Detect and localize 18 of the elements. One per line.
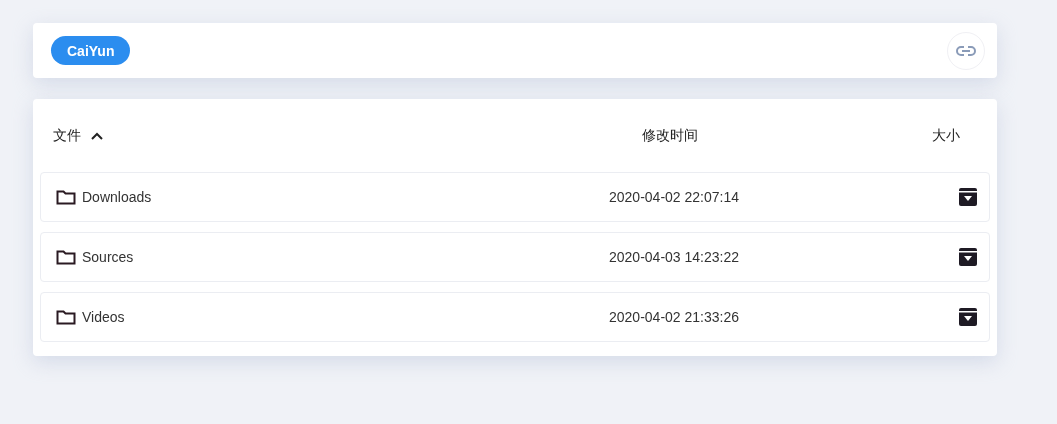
column-header[interactable]: 修改时间 [642, 126, 698, 145]
modified-time: 2020-04-03 14:23:22 [609, 249, 739, 265]
download-icon[interactable] [959, 188, 977, 206]
file-name: Videos [82, 309, 125, 325]
file-row[interactable]: Downloads 2020-04-02 22:07:14 [40, 172, 990, 222]
column-header[interactable]: 大小 [932, 126, 960, 145]
file-name: Downloads [82, 189, 152, 205]
link-icon [956, 44, 976, 57]
download-icon[interactable] [959, 308, 977, 326]
modified-time: 2020-04-02 22:07:14 [609, 189, 739, 205]
download-icon[interactable] [959, 248, 977, 266]
modified-time: 2020-04-02 21:33:26 [609, 309, 739, 325]
file-row[interactable]: Sources 2020-04-03 14:23:22 [40, 232, 990, 282]
sort-chevron-icon[interactable] [91, 131, 103, 140]
column-header[interactable]: 文件 [53, 126, 81, 145]
link-button[interactable] [947, 31, 985, 70]
file-name: Sources [82, 249, 134, 265]
file-row[interactable]: Videos 2020-04-02 21:33:26 [40, 292, 990, 342]
